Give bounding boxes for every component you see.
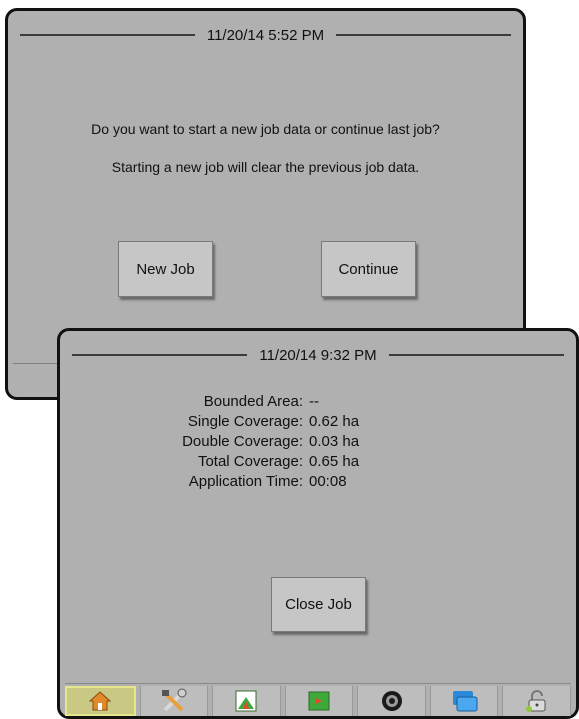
stat-label: Total Coverage: xyxy=(197,453,303,470)
vehicle-view-icon xyxy=(234,689,258,713)
field-view-icon xyxy=(307,690,331,712)
new-job-button[interactable]: New Job xyxy=(118,241,213,297)
dialog-title-bar: 11/20/14 5:52 PM xyxy=(20,21,511,49)
real-view-camera-icon xyxy=(380,689,404,713)
stat-value: -- xyxy=(309,393,319,410)
bottom-nav-bar xyxy=(65,683,572,716)
dialog-datetime: 11/20/14 9:32 PM xyxy=(259,346,377,364)
tab-real-view[interactable] xyxy=(357,686,426,716)
stat-value: 0.65 ha xyxy=(309,453,360,470)
tab-field-view[interactable] xyxy=(284,686,354,716)
title-divider-left xyxy=(72,354,248,356)
stat-row-single-coverage: Single Coverage: 0.62 ha xyxy=(60,412,576,432)
stat-row-application-time: Application Time: 00:08 xyxy=(60,472,576,492)
tools-icon xyxy=(160,688,188,714)
dialog-title-bar: 11/20/14 9:32 PM xyxy=(72,341,564,369)
stat-row-total-coverage: Total Coverage: 0.65 ha xyxy=(60,452,576,472)
tab-unlock[interactable] xyxy=(502,686,572,716)
continue-button[interactable]: Continue xyxy=(321,241,416,297)
stat-label: Double Coverage: xyxy=(182,433,303,450)
dialog-warning: Starting a new job will clear the previo… xyxy=(111,159,420,175)
tab-tools[interactable] xyxy=(139,686,209,716)
data-management-icon xyxy=(450,688,478,714)
tab-vehicle-view[interactable] xyxy=(212,686,281,716)
close-job-dialog: 11/20/14 9:32 PM Bounded Area: -- Single… xyxy=(57,328,579,719)
stat-value: 0.62 ha xyxy=(309,413,360,430)
dialog-datetime: 11/20/14 5:52 PM xyxy=(206,26,325,44)
stat-label: Single Coverage: xyxy=(187,413,303,430)
job-statistics: Bounded Area: -- Single Coverage: 0.62 h… xyxy=(60,392,576,492)
stat-value: 0.03 ha xyxy=(309,433,360,450)
title-divider-left xyxy=(20,34,195,36)
home-icon xyxy=(88,690,112,712)
title-divider-right xyxy=(388,354,564,356)
title-divider-right xyxy=(336,34,511,36)
close-job-button[interactable]: Close Job xyxy=(271,577,366,632)
tab-data-management[interactable] xyxy=(429,686,499,716)
tab-home[interactable] xyxy=(65,686,136,716)
stat-label: Application Time: xyxy=(188,473,303,490)
unlock-icon xyxy=(524,689,550,713)
stat-value: 00:08 xyxy=(309,473,347,490)
dialog-question: Do you want to start a new job data or c… xyxy=(91,121,440,137)
stat-row-double-coverage: Double Coverage: 0.03 ha xyxy=(60,432,576,452)
stat-label: Bounded Area: xyxy=(203,393,303,410)
stat-row-bounded-area: Bounded Area: -- xyxy=(60,392,576,412)
